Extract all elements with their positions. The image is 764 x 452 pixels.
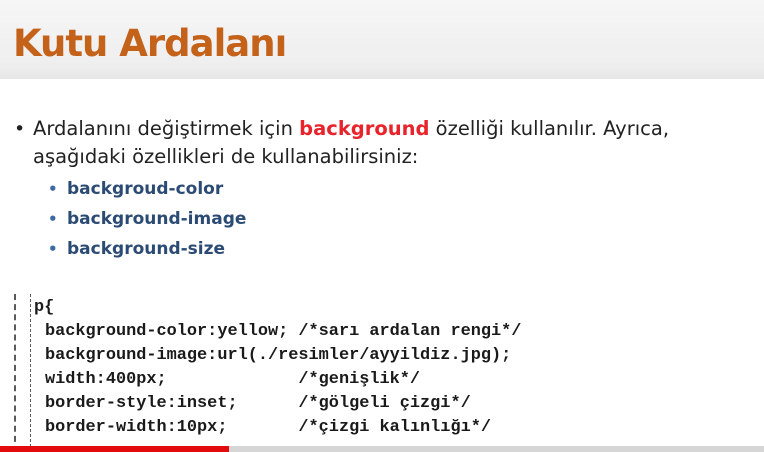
bullet-text: Ardalanını değiştirmek için background ö… [14, 115, 754, 171]
sub-bullet-label: background-size [67, 239, 226, 259]
main-bullet: • Ardalanını değiştirmek için background… [14, 115, 754, 171]
sub-bullet-item: • backgroud-color [48, 177, 246, 207]
bullet-dot-icon: • [14, 118, 26, 140]
code-line: border-style:inset; /*gölgeli çizgi*/ [45, 394, 471, 413]
sub-bullet-label: background-image [67, 209, 247, 229]
video-progress-fill [0, 446, 230, 452]
code-line: p{ [34, 298, 55, 317]
sub-bullet-item: • background-size [48, 237, 246, 267]
video-progress-bar[interactable] [0, 446, 764, 452]
sub-bullet-label: backgroud-color [67, 179, 224, 199]
sub-bullet-dot-icon: • [48, 240, 58, 258]
code-line: background-color:yellow; /*sarı ardalan … [45, 322, 522, 341]
slide-title: Kutu Ardalanı [13, 22, 287, 65]
code-block: p{ background-color:yellow; /*sarı ardal… [14, 294, 756, 452]
sub-bullet-list: • backgroud-color • background-image • back… [48, 177, 246, 267]
code-line: width:400px; /*genişlik*/ [45, 370, 421, 389]
bullet-intro: Ardalanını değiştirmek için [33, 117, 300, 140]
code-line: background-image:url(./resimler/ayyildiz… [45, 346, 512, 365]
slide: Kutu Ardalanı • Ardalanını değiştirmek i… [0, 0, 764, 452]
code-line: border-width:10px; /*çizgi kalınlığı*/ [45, 418, 491, 437]
bullet-keyword: background [299, 117, 430, 140]
sub-bullet-dot-icon: • [48, 180, 58, 198]
sub-bullet-item: • background-image [48, 207, 246, 237]
sub-bullet-dot-icon: • [48, 210, 58, 228]
code-indent-guide [30, 294, 31, 452]
